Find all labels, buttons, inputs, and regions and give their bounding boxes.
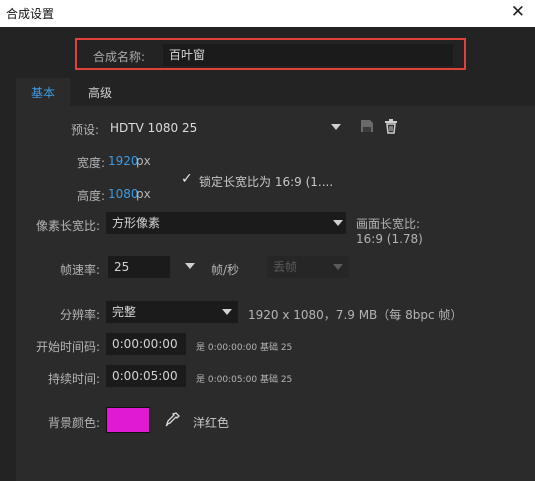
duration-is: 是 0:00:05:00 基础 25 (196, 372, 292, 385)
tab-basic[interactable]: 基本 (16, 78, 70, 106)
width-value[interactable]: 1920 (108, 154, 139, 168)
frame-aspect-label: 画面长宽比: (356, 217, 421, 231)
start-timecode-input[interactable]: 0:00:00:00 (106, 333, 186, 355)
start-timecode-label: 开始时间码: (35, 340, 100, 354)
duration-is-value: 0:00:05:00 (207, 375, 258, 385)
duration-is-label: 是 (196, 375, 206, 385)
trash-icon[interactable] (383, 118, 403, 138)
lock-aspect-label: 锁定长宽比为 16:9 (1.... (199, 175, 334, 189)
resolution-info: 1920 x 1080，7.9 MB（每 8bpc 帧） (248, 308, 463, 322)
resolution-chevron-down-icon (222, 309, 232, 315)
tab-advanced[interactable]: 高级 (72, 78, 128, 106)
width-unit: px (136, 154, 151, 168)
pixel-aspect-chevron-down-icon (333, 220, 343, 226)
window-title: 合成设置 (6, 7, 55, 21)
height-value[interactable]: 1080 (108, 187, 139, 201)
start-is-value: 0:00:00:00 (207, 343, 258, 353)
drop-frame-value: 丢帧 (273, 260, 298, 274)
save-preset-icon[interactable] (359, 118, 379, 138)
frame-rate-chevron-down-icon[interactable] (185, 263, 195, 269)
frame-aspect-value: 16:9 (1.78) (356, 232, 423, 246)
start-base: 基础 25 (259, 343, 293, 353)
preset-chevron-down-icon (331, 124, 341, 130)
eyedropper-icon[interactable] (163, 411, 183, 431)
preset-dropdown[interactable]: HDTV 1080 25 (104, 117, 344, 139)
start-is-label: 是 (196, 343, 206, 353)
close-icon[interactable]: ✕ (511, 2, 525, 22)
preset-value: HDTV 1080 25 (110, 121, 198, 135)
pixel-aspect-value: 方形像素 (112, 216, 161, 230)
drop-frame-chevron-down-icon (333, 264, 343, 270)
pixel-aspect-dropdown[interactable]: 方形像素 (106, 212, 346, 234)
duration-input[interactable]: 0:00:05:00 (106, 365, 186, 387)
comp-name-input[interactable]: 百叶窗 (163, 44, 453, 66)
comp-name-row: 合成名称: 百叶窗 (75, 38, 466, 70)
title-bar: 合成设置 ✕ (0, 0, 535, 27)
frame-rate-unit: 帧/秒 (211, 263, 240, 277)
background-color-swatch[interactable] (106, 407, 150, 433)
height-label: 高度: (76, 189, 105, 203)
background-color-label: 背景颜色: (47, 416, 100, 430)
resolution-value: 完整 (112, 305, 137, 319)
background-color-name: 洋红色 (193, 416, 230, 430)
settings-panel: 预设: HDTV 1080 25 宽度: 1920 px ✓ 锁定长宽比为 16… (16, 106, 535, 481)
lock-aspect-checkbox[interactable]: ✓ (181, 171, 193, 187)
resolution-dropdown[interactable]: 完整 (106, 301, 238, 323)
frame-rate-label: 帧速率: (59, 263, 100, 277)
comp-name-label: 合成名称: (93, 50, 146, 64)
start-timecode-is: 是 0:00:00:00 基础 25 (196, 340, 292, 353)
frame-rate-input[interactable]: 25 (108, 256, 170, 278)
height-unit: px (136, 187, 151, 201)
resolution-label: 分辨率: (59, 308, 100, 322)
duration-label: 持续时间: (47, 372, 100, 386)
preset-label: 预设: (70, 123, 99, 137)
duration-base: 基础 25 (259, 375, 293, 385)
width-label: 宽度: (76, 156, 105, 170)
pixel-aspect-label: 像素长宽比: (35, 219, 100, 233)
